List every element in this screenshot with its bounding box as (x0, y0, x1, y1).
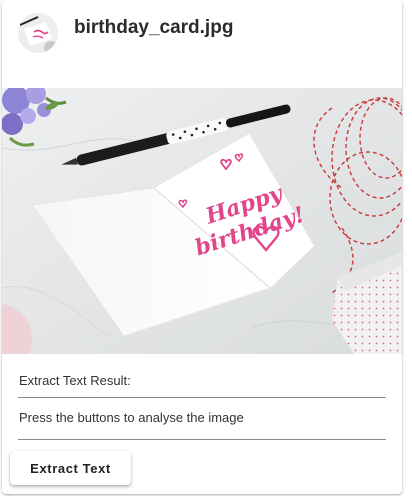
extract-result-label: Extract Text Result: (19, 373, 131, 388)
card-header: birthday_card.jpg (2, 0, 402, 88)
image-filename: birthday_card.jpg (74, 17, 234, 38)
divider (18, 397, 386, 398)
extract-text-button[interactable]: Extract Text (10, 451, 131, 485)
birthday-card-photo: Happy birthday! (2, 88, 402, 354)
extract-result-text: Press the buttons to analyse the image (19, 410, 244, 425)
divider (18, 439, 386, 440)
image-card: birthday_card.jpg Happy birthday! Extrac… (2, 0, 402, 494)
image-thumbnail-avatar (18, 13, 58, 53)
